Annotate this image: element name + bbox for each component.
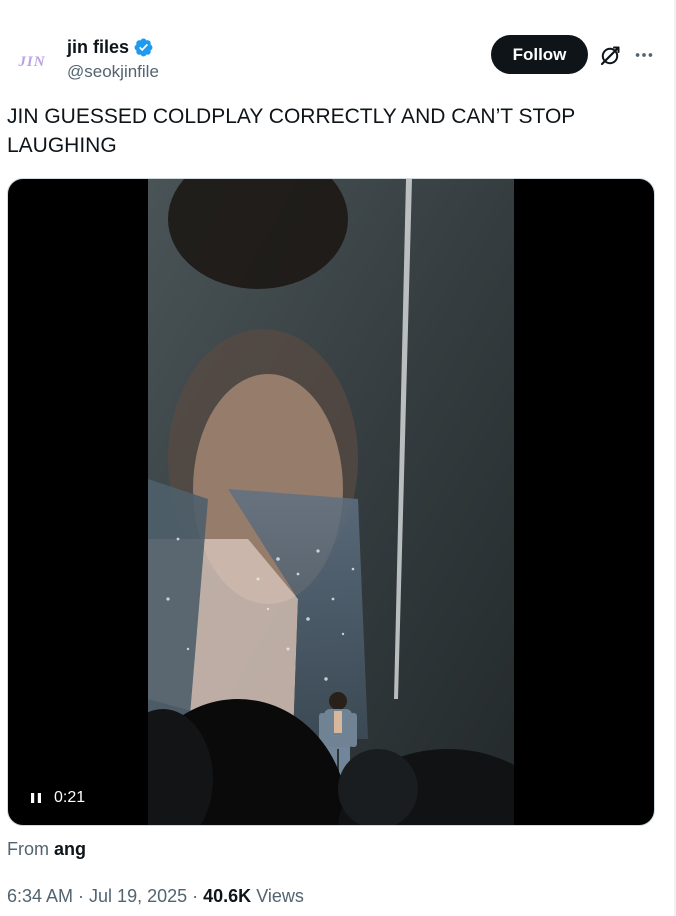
verified-badge-icon (134, 38, 153, 56)
tweet-meta: 6:34 AM · Jul 19, 2025 · 40.6K Views (7, 885, 304, 907)
tweet-date-link[interactable]: Jul 19, 2025 (89, 886, 187, 906)
avatar-text: JIN (18, 53, 46, 70)
more-options-icon[interactable] (633, 44, 655, 66)
views-count: 40.6K (203, 886, 252, 906)
author-block: jin files @seokjinfile (67, 36, 159, 83)
grok-icon[interactable] (598, 44, 622, 68)
follow-button[interactable]: Follow (491, 35, 588, 74)
author-display-name[interactable]: jin files (67, 36, 129, 58)
pause-icon[interactable] (28, 790, 44, 806)
meta-separator: · (73, 886, 90, 906)
source-link[interactable]: ang (54, 839, 86, 859)
avatar[interactable]: JIN (8, 38, 56, 86)
tweet-time-link[interactable]: 6:34 AM (7, 886, 73, 906)
video-player[interactable]: 0:21 (7, 178, 655, 826)
author-handle[interactable]: @seokjinfile (67, 61, 159, 83)
tweet-text: JIN GUESSED COLDPLAY CORRECTLY AND CAN’T… (7, 105, 575, 157)
video-time: 0:21 (54, 789, 86, 806)
source-attribution: From ang (7, 838, 86, 860)
video-controls: 0:21 (28, 789, 85, 807)
video-frame (148, 179, 514, 825)
name-row: jin files (67, 36, 159, 58)
views-label: Views (256, 886, 304, 906)
meta-separator: · (187, 886, 204, 906)
tweet-page: JIN jin files @seokjinfile Follow JIN GU… (0, 0, 676, 916)
from-prefix: From (7, 839, 49, 859)
